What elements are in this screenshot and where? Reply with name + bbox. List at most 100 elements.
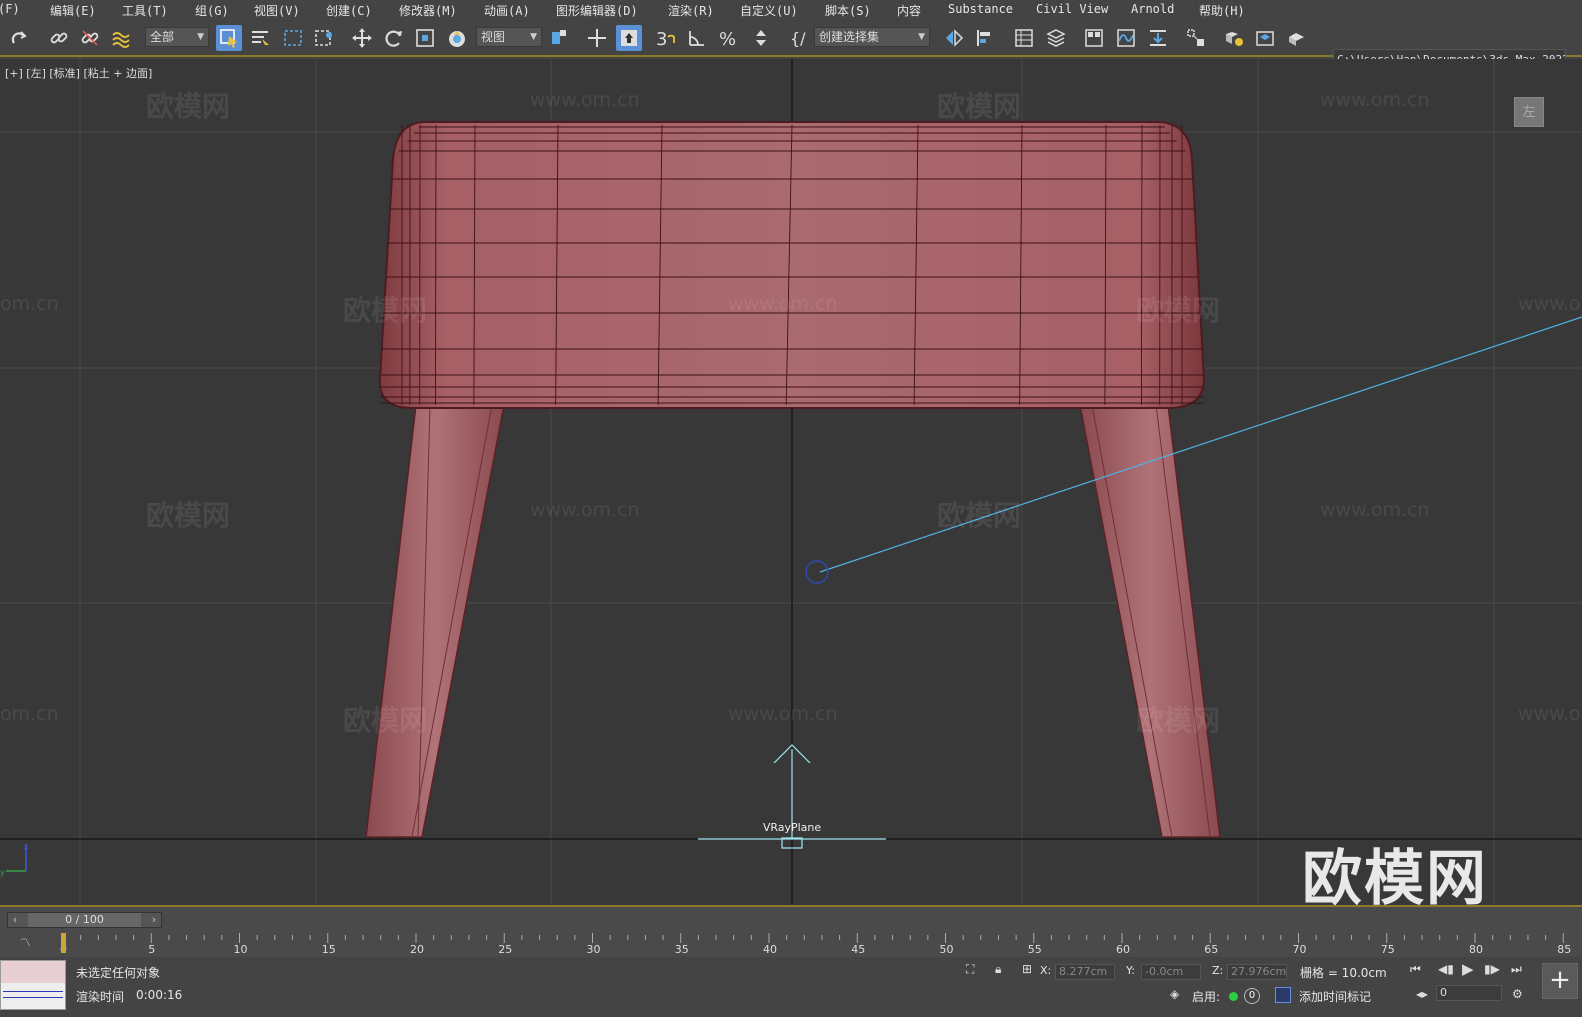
timeline-tick-label: 15 [321,943,336,956]
menu-animation[interactable]: 动画(A) [484,2,530,19]
previous-key-icon[interactable]: ◀▮ [1438,962,1454,976]
viewcube[interactable]: 左 [1514,97,1544,127]
absolute-mode-icon[interactable]: ⊞ [1022,962,1032,976]
time-config-icon[interactable]: ⚙ [1512,987,1523,1001]
redo-icon[interactable] [6,25,32,51]
left-viewport[interactable]: VRayPlane z y [+] [左] [标准] [粘土 + 边面] 欧模网… [0,59,1582,905]
menu-edit[interactable]: 编辑(E) [50,2,96,19]
menu-views[interactable]: 视图(V) [254,2,300,19]
percent-snap-icon[interactable]: % [716,25,742,51]
toggle-ribbon-icon[interactable] [1081,25,1107,51]
menu-file[interactable]: (F) [0,2,20,16]
spinner-snap-icon[interactable] [748,25,774,51]
stool-seat [378,121,1206,409]
timeline-tick-label: 35 [674,943,689,956]
link-icon[interactable] [46,25,72,51]
move-icon[interactable] [349,25,375,51]
material-editor-icon[interactable] [1183,25,1209,51]
toggle-layer-explorer-icon[interactable] [1043,25,1069,51]
menu-content[interactable]: 内容 [897,2,921,19]
menu-civil-view[interactable]: Civil View [1036,2,1108,16]
y-coordinate-field[interactable]: -0.0cm [1141,964,1201,980]
go-to-start-icon[interactable]: ⏮ [1410,962,1421,977]
current-frame-marker[interactable] [61,933,66,953]
toggle-scene-explorer-icon[interactable] [1011,25,1037,51]
viewport-label[interactable]: [+] [左] [标准] [粘土 + 边面] [5,65,152,81]
menu-substance[interactable]: Substance [948,2,1013,16]
track-bar[interactable]: 0510152025303540455055606570758085 [60,933,1571,956]
named-selection-dropdown[interactable]: 创建选择集 ▼ [814,27,930,47]
select-manipulate-icon[interactable] [584,25,610,51]
viewport-scene: VRayPlane z y [0,59,1582,905]
adaptive-degradation-icon[interactable]: ◈ [1170,987,1179,1001]
schematic-view-icon[interactable] [1145,25,1171,51]
menu-modifiers[interactable]: 修改器(M) [399,2,457,19]
go-to-end-icon[interactable]: ⏭ [1511,962,1522,977]
place-icon[interactable] [444,25,470,51]
watermark-url: www.o [1518,293,1581,315]
previous-frame-icon[interactable]: ‹ [8,913,22,927]
isolate-selection-icon[interactable]: ⛶ [966,962,974,977]
timeline-tick-label: 50 [939,943,954,956]
menu-group[interactable]: 组(G) [195,2,229,19]
play-icon[interactable]: ▶ [1462,960,1474,978]
timeline-tick-label: 45 [851,943,866,956]
frame-display: 0 / 100 [28,913,141,927]
selection-lock-icon[interactable]: 🔒︎ [995,962,1001,977]
curve-editor-icon[interactable] [1113,25,1139,51]
add-time-tag[interactable]: 添加时间标记 [1299,988,1371,1005]
select-object-icon[interactable] [216,25,242,51]
timeline-tick-label: 30 [586,943,601,956]
watermark-url: om.cn [0,293,59,315]
menu-rendering[interactable]: 渲染(R) [668,2,714,19]
watermark-url: www.om.cn [728,293,838,315]
vrayplane-label: VRayPlane [763,821,822,834]
menu-create[interactable]: 创建(C) [326,2,372,19]
viewport-navigation-icon[interactable]: + [1542,963,1578,999]
z-coordinate-field[interactable]: 27.976cm [1227,964,1287,980]
menu-graph-editors[interactable]: 图形编辑器(D) [556,2,638,19]
time-tag-icon[interactable] [1275,987,1291,1003]
render-setup-icon[interactable] [1221,25,1247,51]
angle-snap-icon[interactable] [684,25,710,51]
bind-space-warp-icon[interactable] [108,25,134,51]
mirror-icon[interactable] [941,25,967,51]
pivot-center-icon[interactable] [546,25,572,51]
rendered-frame-window-icon[interactable] [1252,25,1278,51]
key-mode-icon[interactable]: ◂▸ [1416,987,1428,1001]
select-by-name-icon[interactable] [247,25,273,51]
watermark-url: www.o [1518,703,1581,725]
next-frame-icon[interactable]: › [147,913,161,927]
edit-named-selection-icon[interactable]: {/ [786,25,812,51]
menu-tools[interactable]: 工具(T) [122,2,168,19]
maxscript-mini-listener[interactable] [0,960,66,1010]
render-production-icon[interactable] [1284,25,1310,51]
main-toolbar: 全部▼ 视图▼ 3 % {/ 创建选择集▼ C:\Users\Han\Docum… [0,20,1582,71]
axis-tripod-icon: z y [0,842,28,877]
menu-scripting[interactable]: 脚本(S) [825,2,871,19]
rotate-icon[interactable] [381,25,407,51]
keyboard-shortcut-override-icon[interactable] [616,25,642,51]
menu-help[interactable]: 帮助(H) [1199,2,1245,19]
timeline-tick-label: 65 [1204,943,1219,956]
time-bar: ‹ 0 / 100 › 〽 05101520253035404550556065… [0,905,1582,957]
timeline-tick-label: 5 [148,943,156,956]
rectangular-selection-icon[interactable] [280,25,306,51]
curve-editor-mini-icon[interactable]: 〽 [20,934,31,950]
snaps-toggle-icon[interactable]: 3 [652,25,678,51]
next-key-icon[interactable]: ▮▶ [1484,962,1500,976]
scale-icon[interactable] [412,25,438,51]
window-crossing-icon[interactable] [311,25,337,51]
current-frame-field[interactable]: 0 [1436,985,1502,1001]
menu-arnold[interactable]: Arnold [1131,2,1174,16]
selection-filter-dropdown[interactable]: 全部 ▼ [145,27,209,47]
align-icon[interactable] [972,25,998,51]
time-slider[interactable]: ‹ 0 / 100 › [7,912,162,928]
stool-legs [365,404,1221,838]
menu-customize[interactable]: 自定义(U) [740,2,798,19]
reference-coord-dropdown[interactable]: 视图 ▼ [476,27,542,47]
x-coordinate-field[interactable]: 8.277cm [1055,964,1115,980]
watermark-url: om.cn [0,703,59,725]
unlink-icon[interactable] [77,25,103,51]
watermark-url: www.om.cn [728,703,838,725]
